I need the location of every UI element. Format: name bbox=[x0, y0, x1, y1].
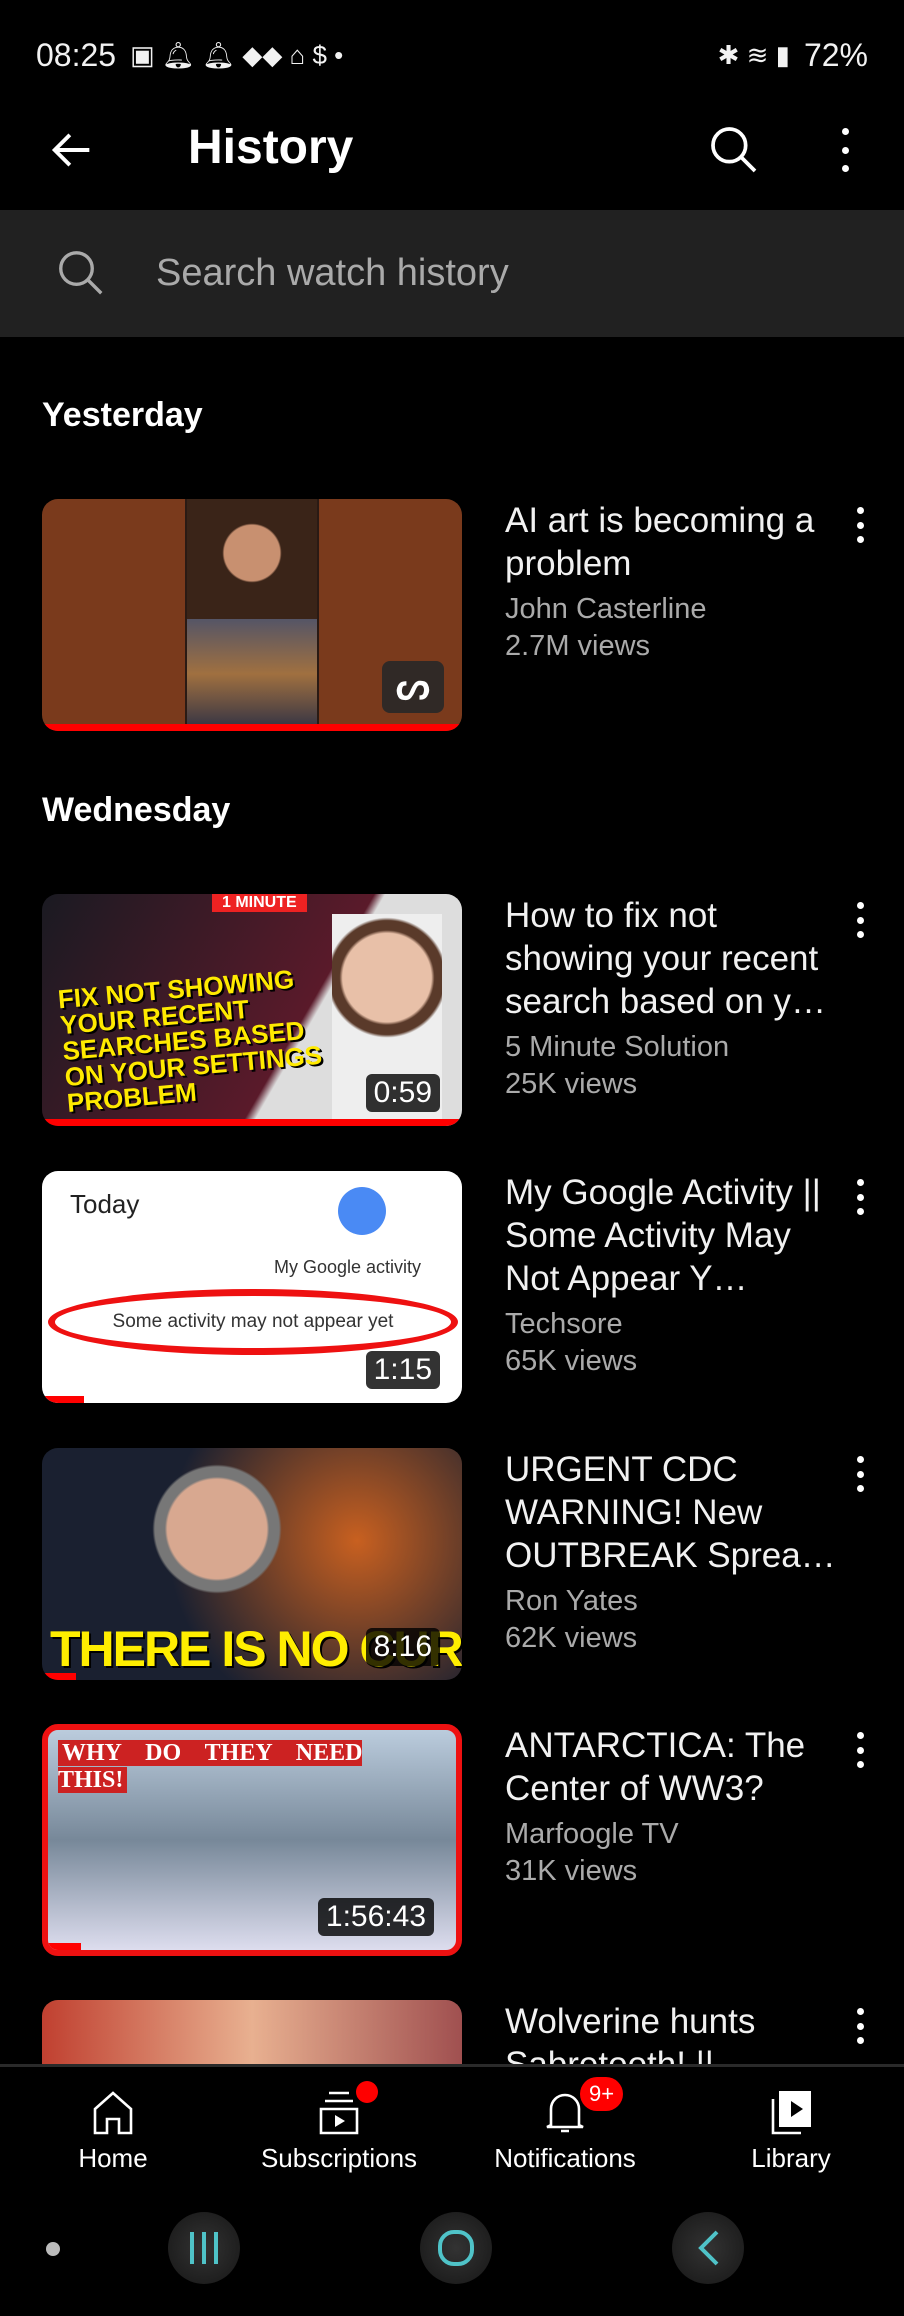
history-item[interactable]: 1 MINUTE FIX NOT SHOWING YOUR RECENT SEA… bbox=[0, 894, 904, 1126]
section-header-yesterday: Yesterday bbox=[42, 396, 203, 434]
channel-name: Marfoogle TV bbox=[505, 1818, 679, 1850]
back-chevron-icon bbox=[698, 2230, 719, 2266]
battery-level: 72% bbox=[803, 36, 868, 73]
video-thumbnail[interactable]: THERE IS NO CURE 8:16 bbox=[42, 1448, 462, 1680]
item-more-icon[interactable] bbox=[852, 507, 868, 547]
nav-dot bbox=[46, 2242, 60, 2256]
shorts-icon: ᔕ bbox=[382, 661, 444, 713]
system-navigation-bar bbox=[0, 2184, 904, 2316]
view-count: 65K views bbox=[505, 1345, 638, 1377]
more-options-icon[interactable] bbox=[830, 122, 860, 178]
video-thumbnail[interactable]: Today My Google activity Some activity m… bbox=[42, 1171, 462, 1403]
nav-notifications[interactable]: 9+ Notifications bbox=[452, 2077, 678, 2174]
video-title[interactable]: My Google Activity || Some Activity May … bbox=[505, 1171, 845, 1300]
search-icon[interactable] bbox=[706, 122, 762, 178]
recents-icon bbox=[190, 2232, 218, 2264]
watch-progress bbox=[48, 1943, 81, 1950]
thumbnail-crowd bbox=[187, 619, 317, 729]
status-time: 08:25 bbox=[36, 36, 117, 73]
duration-badge: 1:56:43 bbox=[317, 1898, 434, 1936]
search-watch-history-input[interactable]: Search watch history bbox=[0, 210, 904, 337]
search-icon bbox=[59, 251, 103, 295]
status-bar: 08:25 ▣ 🔔︎ 🔔︎ ◆◆ ⌂ $ • ✱ ≋ ▮ 72% bbox=[36, 30, 868, 80]
item-more-icon[interactable] bbox=[852, 2008, 868, 2048]
nav-label: Library bbox=[751, 2143, 831, 2173]
duration-badge: 0:59 bbox=[365, 1074, 440, 1112]
search-placeholder: Search watch history bbox=[156, 252, 509, 294]
home-button[interactable] bbox=[420, 2212, 492, 2284]
item-more-icon[interactable] bbox=[852, 1179, 868, 1219]
video-thumbnail[interactable]: ᔕ bbox=[42, 499, 462, 731]
thumbnail-avatar bbox=[338, 1187, 386, 1235]
duration-badge: 8:16 bbox=[365, 1628, 440, 1666]
watch-progress bbox=[42, 724, 462, 731]
library-icon bbox=[771, 2091, 811, 2135]
notification-count-badge: 9+ bbox=[580, 2077, 624, 2111]
channel-name: John Casterline bbox=[505, 593, 707, 625]
item-more-icon[interactable] bbox=[852, 902, 868, 942]
history-item[interactable]: ᔕ AI art is becoming a problem John Cast… bbox=[0, 499, 904, 731]
thumbnail-text-label: WHY DO THEY NEED THIS! bbox=[58, 1740, 363, 1793]
video-title[interactable]: URGENT CDC WARNING! New OUTBREAK Sprea… bbox=[505, 1448, 845, 1577]
watch-progress bbox=[42, 1396, 84, 1403]
thumbnail-tag: 1 MINUTE bbox=[212, 894, 307, 912]
view-count: 2.7M views bbox=[505, 630, 651, 662]
header: History bbox=[0, 100, 904, 200]
nav-label: Home bbox=[78, 2143, 148, 2173]
page-title: History bbox=[188, 121, 354, 174]
view-count: 25K views bbox=[505, 1068, 638, 1100]
item-more-icon[interactable] bbox=[852, 1456, 868, 1496]
video-thumbnail[interactable]: 1 MINUTE FIX NOT SHOWING YOUR RECENT SEA… bbox=[42, 894, 462, 1126]
nav-label: Notifications bbox=[494, 2143, 636, 2173]
video-title[interactable]: AI art is becoming a problem bbox=[505, 499, 845, 585]
thumbnail-subtitle: My Google activity bbox=[274, 1257, 422, 1277]
watch-progress bbox=[42, 1119, 462, 1126]
channel-name: 5 Minute Solution bbox=[505, 1031, 730, 1063]
channel-name: Ron Yates bbox=[505, 1585, 638, 1617]
thumbnail-text: FIX NOT SHOWING YOUR RECENT SEARCHES BAS… bbox=[56, 963, 324, 1118]
home-circle-icon bbox=[438, 2230, 474, 2266]
channel-name: Techsore bbox=[505, 1308, 623, 1340]
thumbnail-today: Today bbox=[70, 1189, 140, 1219]
thumbnail-person bbox=[142, 1448, 292, 1628]
back-arrow-icon[interactable] bbox=[46, 124, 98, 176]
nav-library[interactable]: Library bbox=[678, 2087, 904, 2174]
bluetooth-wifi-signal-icons: ✱ ≋ ▮ bbox=[717, 39, 790, 70]
video-title[interactable]: ANTARCTICA: The Center of WW3? bbox=[505, 1724, 845, 1810]
recent-apps-button[interactable] bbox=[168, 2212, 240, 2284]
nav-subscriptions[interactable]: Subscriptions bbox=[226, 2081, 452, 2174]
video-thumbnail[interactable]: WHY DO THEY NEED THIS! 1:56:43 bbox=[42, 1724, 462, 1956]
new-content-dot bbox=[356, 2081, 378, 2103]
thumbnail-text: WHY DO THEY NEED THIS! bbox=[58, 1740, 448, 1794]
history-item[interactable]: Today My Google activity Some activity m… bbox=[0, 1171, 904, 1403]
duration-badge: 1:15 bbox=[365, 1351, 440, 1389]
watch-progress bbox=[42, 1673, 76, 1680]
history-item[interactable]: THERE IS NO CURE 8:16 URGENT CDC WARNING… bbox=[0, 1448, 904, 1680]
home-icon bbox=[93, 2091, 133, 2135]
thumbnail-face bbox=[187, 499, 317, 619]
history-item[interactable]: WHY DO THEY NEED THIS! 1:56:43 ANTARCTIC… bbox=[0, 1724, 904, 1956]
nav-label: Subscriptions bbox=[260, 2143, 418, 2173]
video-title[interactable]: How to fix not showing your recent searc… bbox=[505, 894, 845, 1023]
view-count: 62K views bbox=[505, 1622, 638, 1654]
bottom-navigation: Home Subscriptions 9+ Notifications Libr… bbox=[0, 2064, 904, 2184]
system-back-button[interactable] bbox=[672, 2212, 744, 2284]
item-more-icon[interactable] bbox=[852, 1732, 868, 1772]
section-header-wednesday: Wednesday bbox=[42, 791, 231, 829]
nav-home[interactable]: Home bbox=[0, 2087, 226, 2174]
notification-icons: ▣ 🔔︎ 🔔︎ ◆◆ ⌂ $ • bbox=[130, 39, 344, 70]
thumbnail-text: Some activity may not appear yet bbox=[48, 1289, 458, 1355]
view-count: 31K views bbox=[505, 1855, 638, 1887]
